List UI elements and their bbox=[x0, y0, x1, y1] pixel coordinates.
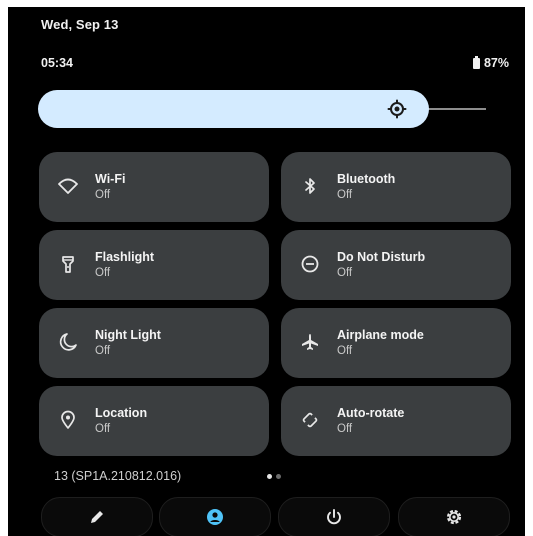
tile-label: Bluetooth bbox=[337, 172, 396, 186]
airplane-icon bbox=[302, 334, 318, 350]
tile-flashlight[interactable]: Flashlight Off bbox=[39, 230, 269, 300]
brightness-icon[interactable] bbox=[387, 99, 407, 119]
tile-state: Off bbox=[95, 345, 111, 357]
bluetooth-icon bbox=[305, 178, 315, 194]
tile-do-not-disturb[interactable]: Do Not Disturb Off bbox=[281, 230, 511, 300]
tile-state: Off bbox=[337, 423, 353, 435]
tile-airplane-mode[interactable]: Airplane mode Off bbox=[281, 308, 511, 378]
tile-state: Off bbox=[95, 423, 111, 435]
page-dot-inactive bbox=[276, 474, 281, 479]
flashlight-icon bbox=[62, 256, 74, 273]
tile-label: Wi-Fi bbox=[95, 172, 126, 186]
page-indicator bbox=[267, 474, 281, 479]
build-number[interactable]: 13 (SP1A.210812.016) bbox=[54, 469, 181, 483]
tile-label: Flashlight bbox=[95, 250, 155, 264]
tile-wifi[interactable]: Wi-Fi Off bbox=[39, 152, 269, 222]
user-icon bbox=[207, 509, 223, 525]
edit-button[interactable] bbox=[41, 497, 153, 536]
wifi-icon bbox=[58, 178, 78, 194]
night-light-icon bbox=[59, 333, 77, 351]
auto-rotate-icon bbox=[302, 412, 318, 428]
status-date: Wed, Sep 13 bbox=[41, 17, 119, 32]
tile-label: Do Not Disturb bbox=[337, 250, 426, 264]
tile-label: Airplane mode bbox=[337, 328, 424, 342]
settings-button[interactable] bbox=[398, 497, 510, 536]
status-time: 05:34 bbox=[41, 56, 73, 70]
quick-settings-panel: Wed, Sep 13 05:34 87% Wi-Fi Off Bluetoot… bbox=[8, 7, 525, 536]
tile-state: Off bbox=[337, 267, 353, 279]
tile-state: Off bbox=[337, 345, 353, 357]
battery-icon bbox=[472, 55, 480, 69]
status-battery: 87% bbox=[472, 55, 509, 70]
location-icon bbox=[61, 410, 75, 429]
power-button[interactable] bbox=[278, 497, 390, 536]
tile-state: Off bbox=[337, 189, 353, 201]
tile-label: Auto-rotate bbox=[337, 406, 405, 420]
tile-state: Off bbox=[95, 189, 111, 201]
tile-night-light[interactable]: Night Light Off bbox=[39, 308, 269, 378]
tile-bluetooth[interactable]: Bluetooth Off bbox=[281, 152, 511, 222]
tile-label: Night Light bbox=[95, 328, 161, 342]
brightness-slider[interactable] bbox=[38, 90, 429, 128]
tile-location[interactable]: Location Off bbox=[39, 386, 269, 456]
page-dot-active bbox=[267, 474, 272, 479]
do-not-disturb-icon bbox=[301, 255, 319, 273]
edit-icon bbox=[91, 511, 103, 523]
tile-label: Location bbox=[95, 406, 148, 420]
settings-icon bbox=[446, 509, 462, 525]
tile-state: Off bbox=[95, 267, 111, 279]
user-button[interactable] bbox=[159, 497, 271, 536]
power-icon bbox=[327, 509, 341, 525]
tile-auto-rotate[interactable]: Auto-rotate Off bbox=[281, 386, 511, 456]
battery-level: 87% bbox=[483, 56, 509, 70]
